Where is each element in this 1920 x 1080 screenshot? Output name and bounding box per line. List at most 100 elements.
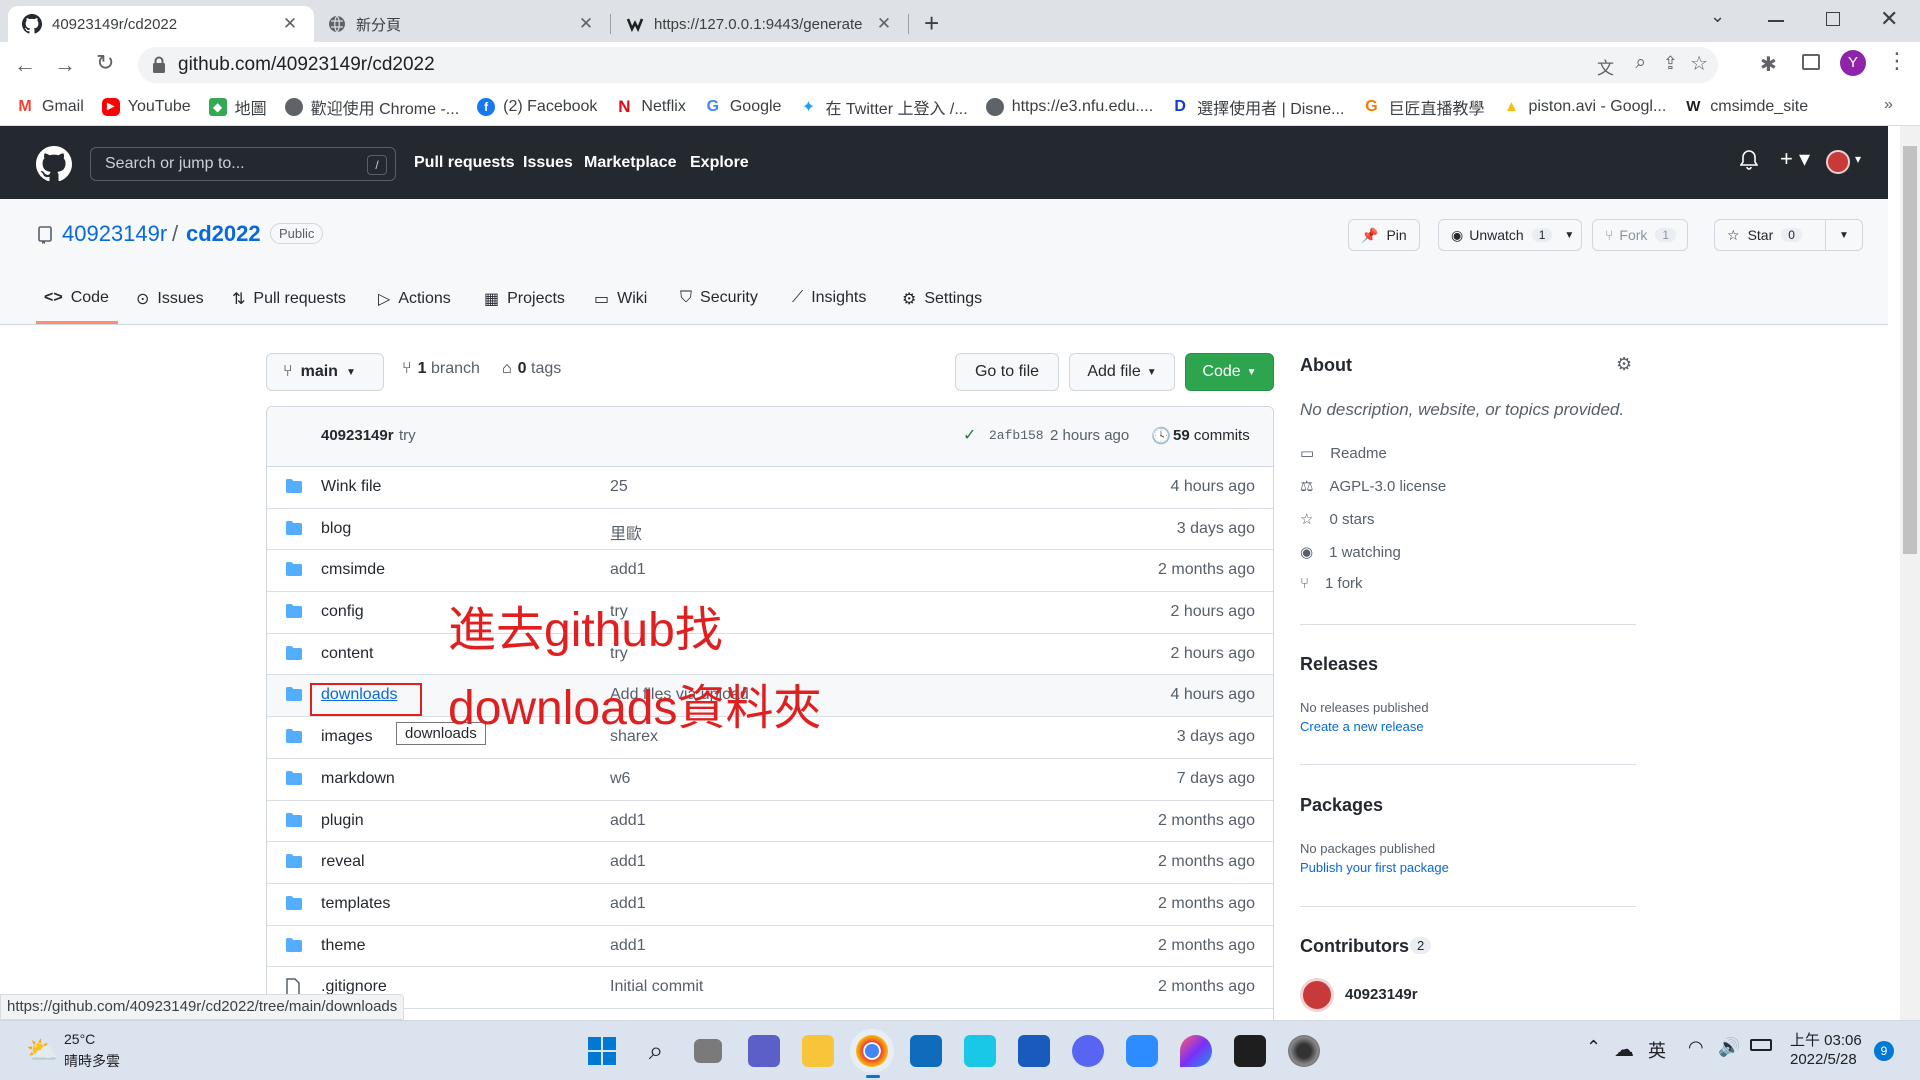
discord-icon[interactable]: [1072, 1035, 1104, 1067]
file-commit-message[interactable]: add1: [610, 561, 646, 579]
add-file-button[interactable]: Add file ▼: [1069, 353, 1175, 391]
user-avatar[interactable]: [1826, 150, 1850, 174]
commit-author[interactable]: 40923149r: [321, 427, 394, 444]
contributors-title[interactable]: Contributors: [1300, 936, 1409, 957]
bookmark-youtube[interactable]: ▶ YouTube: [101, 97, 191, 116]
create-new-plus-icon[interactable]: + ▾: [1780, 146, 1810, 172]
table-row[interactable]: config try 2 hours ago: [267, 592, 1273, 634]
start-windows-icon[interactable]: [586, 1035, 618, 1067]
translate-icon[interactable]: 文: [1597, 54, 1614, 79]
battery-icon[interactable]: [1750, 1039, 1772, 1051]
new-tab-plus-icon[interactable]: +: [924, 8, 939, 39]
fork-button[interactable]: ⑂ Fork 1: [1592, 219, 1688, 251]
nav-explore[interactable]: Explore: [690, 154, 749, 172]
forward-arrow-icon[interactable]: →: [54, 52, 76, 78]
history-icon[interactable]: 🕓: [1151, 426, 1171, 446]
file-name-link[interactable]: plugin: [321, 812, 364, 830]
table-row[interactable]: markdown w6 7 days ago: [267, 759, 1273, 801]
reload-icon[interactable]: ↻: [96, 50, 114, 76]
clock-date[interactable]: 2022/5/28: [1790, 1051, 1857, 1068]
file-explorer-icon[interactable]: [802, 1035, 834, 1067]
weather-condition[interactable]: 晴時多雲: [64, 1051, 120, 1071]
file-commit-message[interactable]: w6: [610, 770, 630, 788]
side-panel-icon[interactable]: [1802, 54, 1820, 70]
sphere-app-icon[interactable]: [1288, 1035, 1320, 1067]
search-icon[interactable]: ⌕: [640, 1035, 672, 1067]
minimize-icon[interactable]: [1768, 20, 1784, 22]
branches-link[interactable]: ⑂ 1 branch: [402, 360, 480, 378]
bookmark-maps[interactable]: ◆ 地圖: [208, 95, 267, 119]
bookmark-drive-piston[interactable]: ▲ piston.avi - Googl...: [1502, 97, 1666, 116]
file-name-link[interactable]: cmsimde: [321, 561, 385, 579]
bookmark-facebook[interactable]: f (2) Facebook: [477, 97, 597, 116]
terminal-icon[interactable]: [1234, 1035, 1266, 1067]
bookmark-google[interactable]: G Google: [703, 97, 781, 116]
back-arrow-icon[interactable]: ←: [14, 52, 36, 78]
create-release-link[interactable]: Create a new release: [1300, 719, 1424, 734]
table-row[interactable]: plugin add1 2 months ago: [267, 801, 1273, 843]
repo-owner-link[interactable]: 40923149r: [62, 221, 167, 247]
teams-chat-icon[interactable]: [748, 1035, 780, 1067]
nav-pull-requests[interactable]: Pull requests: [414, 154, 514, 172]
weather-icon[interactable]: ⛅: [26, 1035, 58, 1066]
table-row[interactable]: .gitignore Initial commit 2 months ago: [267, 967, 1273, 1009]
bookmark-live-teaching[interactable]: G 巨匠直播教學: [1362, 95, 1484, 119]
packages-title[interactable]: Packages: [1300, 795, 1383, 816]
volume-icon[interactable]: 🔊: [1718, 1037, 1740, 1058]
bookmark-gmail[interactable]: M Gmail: [16, 97, 84, 116]
wifi-icon[interactable]: ◠: [1688, 1037, 1704, 1058]
star-button[interactable]: ☆ Star 0: [1714, 219, 1826, 251]
github-search-input[interactable]: Search or jump to... /: [90, 147, 396, 181]
share-icon[interactable]: ⇪: [1663, 53, 1678, 74]
table-row[interactable]: Wink file 25 4 hours ago: [267, 467, 1273, 509]
onedrive-cloud-icon[interactable]: ☁: [1614, 1037, 1634, 1062]
unwatch-button[interactable]: ◉ Unwatch 1 ▼: [1438, 219, 1582, 251]
code-button[interactable]: Code ▼: [1185, 353, 1274, 391]
file-name-link[interactable]: config: [321, 603, 364, 621]
bell-icon[interactable]: [1740, 150, 1758, 170]
bookmark-disney[interactable]: D 選擇使用者 | Disne...: [1171, 95, 1344, 119]
tags-link[interactable]: ⌂ 0 tags: [502, 360, 561, 378]
clock-time[interactable]: 上午 03:06: [1790, 1029, 1862, 1050]
file-commit-message[interactable]: add1: [610, 812, 646, 830]
bookmark-netflix[interactable]: N Netflix: [615, 97, 686, 116]
file-name-link[interactable]: theme: [321, 937, 365, 955]
contributor-avatar[interactable]: [1300, 978, 1334, 1012]
file-name-link[interactable]: Wink file: [321, 478, 381, 496]
contributor-name[interactable]: 40923149r: [1345, 986, 1418, 1003]
check-icon[interactable]: ✓: [963, 425, 976, 445]
file-name-link[interactable]: blog: [321, 520, 351, 538]
file-commit-message[interactable]: add1: [610, 895, 646, 913]
tab-issues[interactable]: ⊙ Issues: [136, 289, 204, 309]
bookmarks-overflow-icon[interactable]: »: [1884, 96, 1893, 114]
commit-sha[interactable]: 2afb158: [989, 428, 1044, 443]
file-commit-message[interactable]: 25: [610, 478, 628, 496]
weather-temperature[interactable]: 25°C: [64, 1031, 95, 1047]
about-license[interactable]: ⚖ AGPL-3.0 license: [1300, 477, 1446, 496]
table-row[interactable]: content try 2 hours ago: [267, 634, 1273, 676]
repo-name-link[interactable]: cd2022: [186, 221, 261, 247]
chrome-icon[interactable]: [856, 1035, 888, 1067]
file-name-link[interactable]: templates: [321, 895, 390, 913]
tab-close-icon[interactable]: ✕: [874, 14, 894, 34]
about-readme[interactable]: ▭ Readme: [1300, 444, 1387, 463]
bookmark-e3-nfu[interactable]: https://e3.nfu.edu....: [985, 97, 1153, 116]
address-bar[interactable]: github.com/40923149r/cd2022 文 ⌕ ⇪ ☆: [138, 47, 1718, 83]
table-row[interactable]: templates add1 2 months ago: [267, 884, 1273, 926]
about-stars[interactable]: ☆ 0 stars: [1300, 510, 1374, 529]
publish-package-link[interactable]: Publish your first package: [1300, 860, 1449, 875]
star-list-dropdown[interactable]: ▼: [1825, 219, 1863, 251]
word-icon[interactable]: [1018, 1035, 1050, 1067]
tab-new-tab[interactable]: 新分頁 ✕: [314, 6, 610, 42]
extensions-puzzle-icon[interactable]: ✱: [1760, 52, 1777, 77]
about-forks[interactable]: ⑂ 1 fork: [1300, 575, 1363, 592]
table-row[interactable]: blog 里歐 3 days ago: [267, 509, 1273, 551]
file-commit-message[interactable]: Initial commit: [610, 978, 703, 996]
file-name-link[interactable]: reveal: [321, 853, 365, 871]
bookmark-star-icon[interactable]: ☆: [1690, 51, 1708, 76]
about-watching[interactable]: ◉ 1 watching: [1300, 543, 1401, 562]
restore-icon[interactable]: [1826, 12, 1840, 26]
zoom-icon[interactable]: ⌕: [1635, 52, 1646, 74]
tab-pull-requests[interactable]: ⇅ Pull requests: [232, 289, 346, 309]
file-commit-message[interactable]: add1: [610, 853, 646, 871]
